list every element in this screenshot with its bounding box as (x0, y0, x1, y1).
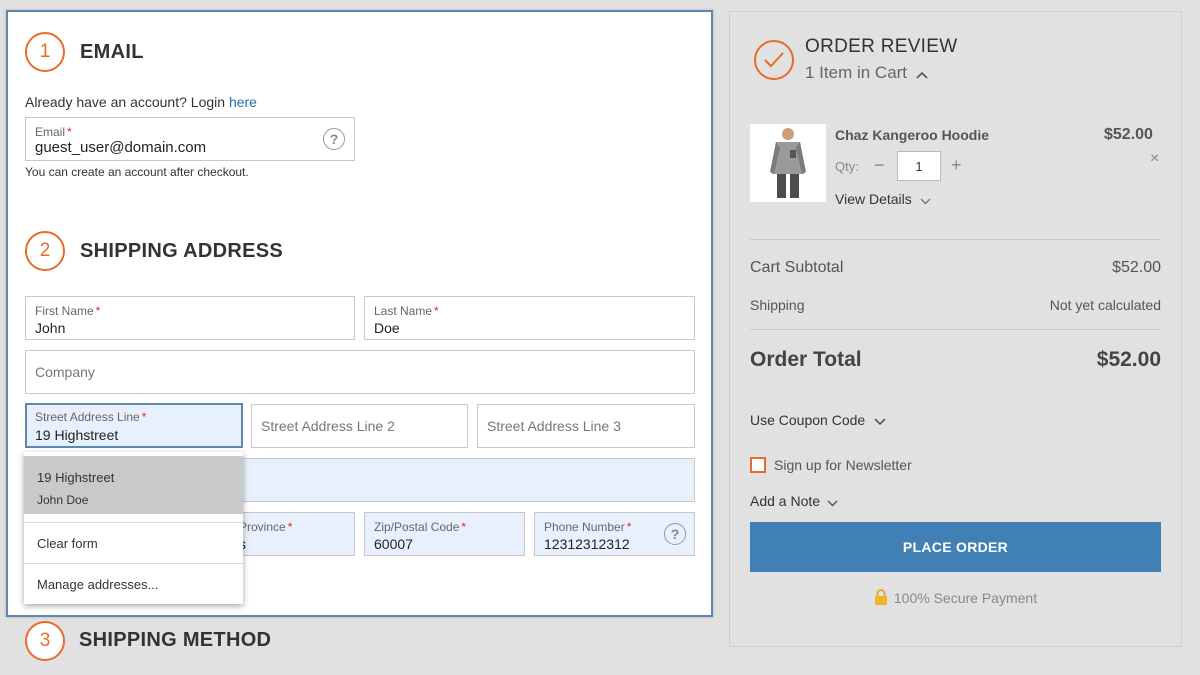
saved-address-suggestion[interactable]: 19 Highstreet John Doe (24, 456, 243, 514)
remove-item-icon[interactable]: × (1150, 150, 1159, 168)
street-line-2-field[interactable]: Street Address Line 2 (251, 404, 468, 448)
account-prompt: Already have an account? Login here (25, 94, 257, 110)
divider (750, 329, 1161, 330)
view-details-label: View Details (835, 191, 912, 207)
email-label: Email (35, 125, 66, 139)
first-name-value: John (35, 320, 66, 336)
coupon-label: Use Coupon Code (750, 412, 866, 428)
step-number-method: 3 (25, 621, 65, 661)
lock-icon (874, 589, 888, 608)
phone-value: 12312312312 (544, 536, 630, 552)
chevron-down-icon (920, 192, 931, 208)
product-thumbnail[interactable] (750, 124, 826, 202)
required-marker: * (626, 520, 632, 534)
newsletter-checkbox[interactable] (750, 457, 766, 473)
first-name-field[interactable]: First Name * John (25, 296, 355, 340)
street-line-2-placeholder: Street Address Line 2 (261, 418, 395, 434)
last-name-field[interactable]: Last Name * Doe (364, 296, 695, 340)
email-section-title: EMAIL (80, 41, 144, 63)
suggestion-address: 19 Highstreet (37, 470, 115, 485)
coupon-code-toggle[interactable]: Use Coupon Code (750, 412, 886, 429)
cart-subtotal-label: Cart Subtotal (750, 259, 844, 276)
divider (750, 239, 1161, 240)
help-icon[interactable]: ? (323, 128, 345, 150)
street-line-3-placeholder: Street Address Line 3 (487, 418, 621, 434)
qty-decrease-button[interactable]: − (874, 155, 885, 176)
order-review-check-icon (754, 40, 794, 80)
shipping-label: Shipping (750, 297, 805, 313)
zip-label: Zip/Postal Code (374, 520, 460, 534)
shipping-method-title: SHIPPING METHOD (79, 629, 272, 651)
order-review-title: ORDER REVIEW (805, 36, 958, 57)
add-note-toggle[interactable]: Add a Note (750, 493, 838, 510)
secure-payment-text: 100% Secure Payment (893, 590, 1038, 606)
chevron-down-icon (874, 413, 886, 429)
step-number-shipping: 2 (25, 231, 65, 271)
suggestion-name: John Doe (37, 493, 89, 507)
address-autocomplete-dropdown: 19 Highstreet John Doe Clear form Manage… (24, 452, 243, 604)
required-marker: * (461, 520, 467, 534)
add-note-label: Add a Note (750, 493, 821, 509)
street-line-3-field[interactable]: Street Address Line 3 (477, 404, 695, 448)
clear-form-option[interactable]: Clear form (37, 536, 98, 551)
newsletter-label[interactable]: Sign up for Newsletter (774, 457, 912, 473)
help-icon[interactable]: ? (664, 523, 686, 545)
chevron-up-icon (916, 64, 928, 84)
required-marker: * (67, 125, 72, 139)
qty-increase-button[interactable]: + (951, 155, 962, 176)
street-line-1-field[interactable]: Street Address Line * 19 Highstreet (25, 403, 243, 448)
order-review-sidebar: ORDER REVIEW 1 Item in Cart Chaz Kangero… (729, 11, 1182, 647)
company-placeholder: Company (35, 364, 95, 380)
cart-toggle[interactable]: 1 Item in Cart (805, 63, 928, 84)
required-marker: * (287, 520, 293, 534)
product-price: $52.00 (1104, 126, 1153, 143)
required-marker: * (95, 304, 101, 318)
phone-field[interactable]: Phone Number * 12312312312 ? (534, 512, 695, 556)
product-name[interactable]: Chaz Kangeroo Hoodie (835, 127, 989, 143)
manage-addresses-option[interactable]: Manage addresses... (37, 577, 158, 592)
create-account-note: You can create an account after checkout… (25, 165, 249, 179)
street-line-1-label: Street Address Line (35, 410, 140, 424)
first-name-label: First Name (35, 304, 94, 318)
order-total-value: $52.00 (1096, 348, 1161, 371)
shipping-section-title: SHIPPING ADDRESS (80, 240, 283, 262)
dropdown-divider (24, 522, 243, 523)
items-in-cart-text: 1 Item in Cart (805, 63, 908, 82)
cart-subtotal-value: $52.00 (1112, 259, 1161, 276)
email-field[interactable]: Email * guest_user@domain.com ? (25, 117, 355, 161)
qty-label: Qty: (835, 159, 859, 174)
view-details-toggle[interactable]: View Details (835, 191, 931, 208)
dropdown-divider (24, 563, 243, 564)
company-field[interactable]: Company (25, 350, 695, 394)
zip-field[interactable]: Zip/Postal Code * 60007 (364, 512, 525, 556)
secure-payment-note: 100% Secure Payment (874, 589, 1037, 608)
required-marker: * (434, 304, 439, 318)
step-number-email: 1 (25, 32, 65, 72)
last-name-value: Doe (374, 320, 400, 336)
qty-input[interactable]: 1 (897, 151, 941, 181)
chevron-down-icon (827, 494, 838, 510)
province-label: Province (239, 520, 286, 534)
last-name-label: Last Name (374, 304, 433, 318)
shipping-value: Not yet calculated (1049, 297, 1161, 313)
phone-label: Phone Number (544, 520, 625, 534)
order-total-label: Order Total (750, 348, 862, 371)
email-value: guest_user@domain.com (35, 139, 207, 156)
place-order-button[interactable]: PLACE ORDER (750, 522, 1161, 572)
zip-value: 60007 (374, 536, 413, 552)
required-marker: * (141, 410, 147, 424)
street-line-1-value: 19 Highstreet (35, 427, 119, 443)
login-link[interactable]: here (229, 94, 257, 110)
